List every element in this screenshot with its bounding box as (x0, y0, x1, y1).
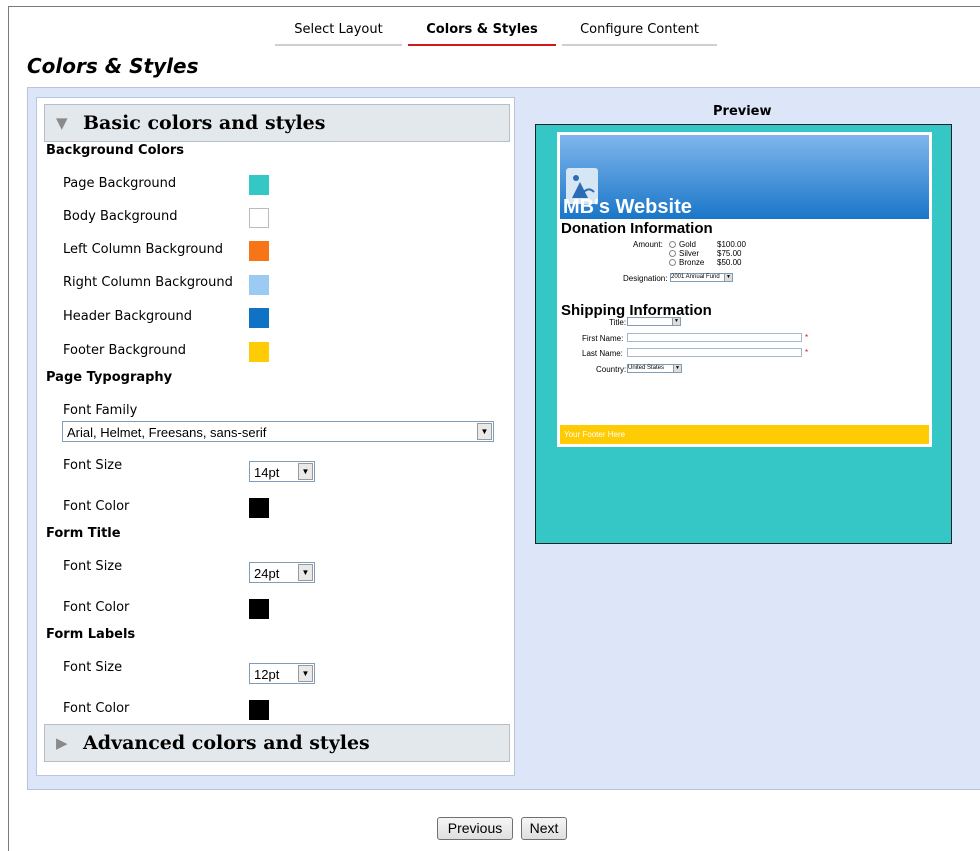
previous-button[interactable]: Previous (437, 817, 513, 840)
triangle-down-icon: ▼ (56, 114, 68, 132)
font-family-label: Font Family (63, 403, 138, 418)
required-mark: * (805, 348, 809, 357)
preview-amount-option: Bronze (669, 258, 704, 267)
preview-label: Preview (713, 104, 772, 119)
page-font-size-label: Font Size (63, 458, 123, 473)
radio-icon (669, 241, 676, 249)
preview-country-label: Country: (596, 365, 627, 374)
form-title-font-color-label: Font Color (63, 600, 130, 615)
preview-title-select: ▼ (627, 317, 681, 326)
required-mark: * (805, 333, 809, 342)
preview-designation-label: Designation: (623, 274, 668, 283)
preview-country-select: United States ▼ (627, 364, 682, 373)
chevron-down-icon: ▼ (477, 423, 492, 440)
preview-footer: Your Footer Here (560, 425, 929, 444)
left-column-background-label: Left Column Background (63, 242, 224, 257)
preview-site-title: MB's Website (563, 196, 692, 218)
advanced-section-header[interactable]: ▶ Advanced colors and styles (44, 724, 510, 762)
footer-background-label: Footer Background (63, 343, 187, 358)
chevron-down-icon: ▼ (298, 665, 313, 682)
chevron-down-icon: ▼ (298, 463, 313, 480)
form-labels-font-color-swatch[interactable] (249, 700, 269, 720)
triangle-right-icon: ▶ (56, 734, 68, 752)
preview-footer-text: Your Footer Here (564, 430, 626, 439)
form-labels-font-size-label: Font Size (63, 660, 123, 675)
chevron-down-icon: ▼ (724, 274, 732, 281)
preview-first-name-input (627, 333, 802, 342)
right-column-background-label: Right Column Background (63, 275, 233, 290)
basic-section-title: Basic colors and styles (83, 112, 326, 134)
font-family-value: Arial, Helmet, Freesans, sans-serif (67, 425, 267, 440)
chevron-down-icon: ▼ (672, 318, 680, 325)
next-button[interactable]: Next (521, 817, 567, 840)
form-title-font-size-select[interactable]: 24pt ▼ (249, 562, 315, 583)
preview-designation-select: 2001 Annual Fund ▼ (670, 273, 733, 282)
header-background-label: Header Background (63, 309, 193, 324)
preview-amount-label: Amount: (633, 240, 663, 249)
preview-amount-option: Silver (669, 249, 699, 258)
tab-select-layout[interactable]: Select Layout (275, 22, 402, 46)
wizard-tabs: Select Layout Colors & Styles Configure … (275, 22, 717, 46)
chevron-down-icon: ▼ (298, 564, 313, 581)
font-family-select[interactable]: Arial, Helmet, Freesans, sans-serif ▼ (62, 421, 494, 442)
left-column-background-swatch[interactable] (249, 241, 269, 261)
form-title-font-size-label: Font Size (63, 559, 123, 574)
body-background-label: Body Background (63, 209, 178, 224)
preview-title-label: Title: (609, 318, 627, 327)
background-colors-title: Background Colors (46, 143, 185, 158)
preview-body: MB's Website Donation Information Amount… (557, 132, 932, 447)
page-font-size-select[interactable]: 14pt ▼ (249, 461, 315, 482)
header-background-swatch[interactable] (249, 308, 269, 328)
option-name: Silver (679, 249, 700, 258)
radio-icon (669, 250, 676, 258)
option-name: Gold (679, 240, 696, 249)
preview-amount-price: $75.00 (717, 249, 742, 258)
form-labels-font-size-value: 12pt (254, 667, 280, 682)
form-title-font-color-swatch[interactable] (249, 599, 269, 619)
preview-last-name-label: Last Name: (582, 349, 623, 358)
form-labels-font-color-label: Font Color (63, 701, 130, 716)
page-font-color-swatch[interactable] (249, 498, 269, 518)
basic-section-header[interactable]: ▼ Basic colors and styles (44, 104, 510, 142)
page-font-color-label: Font Color (63, 499, 130, 514)
right-column-background-swatch[interactable] (249, 275, 269, 295)
preview-amount-price: $100.00 (717, 240, 746, 249)
preview-donation-heading: Donation Information (561, 220, 713, 237)
form-labels-font-size-select[interactable]: 12pt ▼ (249, 663, 315, 684)
preview-designation-value: 2001 Annual Fund (671, 274, 720, 280)
chevron-down-icon: ▼ (673, 365, 681, 372)
page-background-swatch[interactable] (249, 175, 269, 195)
body-background-swatch[interactable] (249, 208, 269, 228)
tab-configure-content[interactable]: Configure Content (562, 22, 717, 46)
page-title: Colors & Styles (27, 54, 199, 78)
preview-country-value: United States (628, 365, 665, 371)
preview-first-name-label: First Name: (582, 334, 624, 343)
option-name: Bronze (679, 258, 705, 267)
preview-amount-price: $50.00 (717, 258, 742, 267)
page-background-label: Page Background (63, 176, 177, 191)
footer-background-swatch[interactable] (249, 342, 269, 362)
preview-pane: MB's Website Donation Information Amount… (535, 124, 952, 544)
page-typography-title: Page Typography (46, 370, 173, 385)
form-title-section-title: Form Title (46, 526, 121, 541)
form-labels-section-title: Form Labels (46, 627, 136, 642)
form-title-font-size-value: 24pt (254, 566, 280, 581)
preview-last-name-input (627, 348, 802, 357)
page-font-size-value: 14pt (254, 465, 280, 480)
tab-colors-styles[interactable]: Colors & Styles (408, 22, 556, 46)
preview-amount-option: Gold (669, 240, 696, 249)
advanced-section-title: Advanced colors and styles (83, 732, 370, 754)
radio-icon (669, 259, 676, 267)
preview-header: MB's Website (560, 135, 929, 219)
